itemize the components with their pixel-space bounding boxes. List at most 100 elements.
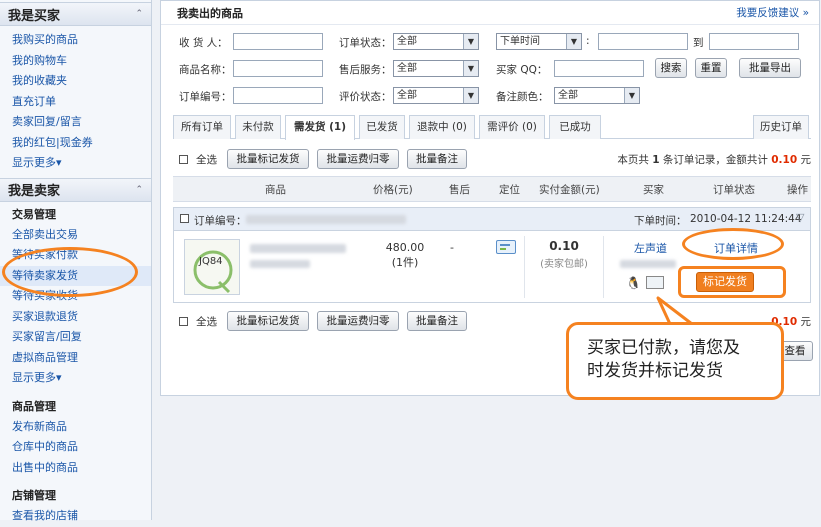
- summary-prefix: 本页共: [617, 153, 653, 166]
- sidebar-item-refunds[interactable]: 买家退款退货: [0, 307, 151, 328]
- sidebar-item-coupons[interactable]: 我的红包|现金券: [0, 133, 151, 154]
- sidebar-item-publish[interactable]: 发布新商品: [0, 417, 151, 438]
- start-date-input[interactable]: [598, 33, 688, 50]
- sidebar-show-more-seller[interactable]: 显示更多▾: [0, 368, 151, 389]
- sidebar-item-my-purchases[interactable]: 我购买的商品: [0, 30, 151, 51]
- buyer-section-header[interactable]: 我是买家 ⌃: [0, 2, 151, 26]
- sidebar-item-favorites[interactable]: 我的收藏夹: [0, 71, 151, 92]
- collapse-icon[interactable]: ⌃: [135, 185, 143, 195]
- buyer-qq-input[interactable]: [554, 60, 644, 77]
- order-status-select[interactable]: 全部 ▼: [393, 33, 479, 50]
- table-header: 商品 价格(元) 售后 定位 实付金额(元) 买家 订单状态 操作: [173, 176, 811, 202]
- seller-section-title: 我是卖家: [8, 184, 61, 199]
- col-paid: 实付金额(元): [539, 184, 600, 196]
- bulk-note-button[interactable]: 批量备注: [407, 149, 467, 169]
- product-thumbnail[interactable]: JQ84: [184, 239, 240, 295]
- location-icon[interactable]: [496, 240, 516, 254]
- after-sale-value: -: [450, 241, 454, 254]
- rating-status-value: 全部: [397, 90, 417, 101]
- sidebar-item-on-sale[interactable]: 出售中的商品: [0, 458, 151, 479]
- receiver-input[interactable]: [233, 33, 323, 50]
- tab-unpaid[interactable]: 未付款: [235, 115, 281, 139]
- sidebar-item-seller-replies[interactable]: 卖家回复/留言: [0, 112, 151, 133]
- order-id-redacted: [246, 215, 406, 224]
- sidebar-item-buyer-messages[interactable]: 买家留言/回复: [0, 327, 151, 348]
- col-product: 商品: [265, 184, 286, 196]
- chevron-down-icon: ▼: [624, 88, 639, 103]
- tab-need-ship[interactable]: 需发货 (1): [285, 115, 355, 140]
- order-id-input[interactable]: [233, 87, 323, 104]
- order-status-value: 全部: [397, 36, 417, 47]
- end-date-input[interactable]: [709, 33, 799, 50]
- search-form: 收 货 人： 订单状态： 全部 ▼ 下单时间 ▼ : 到 商品名称： 售后服务： 全…: [161, 25, 819, 111]
- id-card-icon[interactable]: [646, 276, 664, 289]
- chevron-down-icon: ▼: [566, 34, 581, 49]
- collapse-icon[interactable]: ⌃: [135, 9, 143, 19]
- qq-chat-icon[interactable]: 🐧: [626, 276, 641, 290]
- col-action: 操作: [787, 184, 808, 196]
- order-time-label: 下单时间：: [634, 215, 687, 227]
- col-buyer: 买家: [643, 184, 664, 196]
- sidebar-item-virtual-goods[interactable]: 虚拟商品管理: [0, 348, 151, 369]
- search-button[interactable]: 搜索: [655, 58, 687, 78]
- summary-mid: 条订单记录，金额共计: [659, 153, 772, 166]
- paid-note: (卖家包邮): [540, 259, 588, 270]
- after-sale-label: 售后服务：: [339, 64, 392, 76]
- order-summary: 本页共 1 条订单记录，金额共计 0.10 元: [617, 152, 811, 167]
- note-color-value: 全部: [558, 90, 578, 101]
- tab-history[interactable]: 历史订单: [753, 115, 809, 139]
- after-sale-select[interactable]: 全部 ▼: [393, 60, 479, 77]
- sidebar-item-cart[interactable]: 我的购物车: [0, 51, 151, 72]
- select-all-checkbox[interactable]: [179, 154, 188, 164]
- select-all-checkbox-bottom[interactable]: [179, 316, 188, 326]
- highlight-ring: [2, 247, 138, 297]
- tab-need-rating[interactable]: 需评价 (0): [479, 115, 545, 139]
- seller-section-header[interactable]: 我是卖家 ⌃: [0, 177, 151, 202]
- bulk-shipping-fee-button-bottom[interactable]: 批量运费归零: [317, 311, 399, 331]
- note-color-select[interactable]: 全部 ▼: [554, 87, 640, 104]
- order-tabs: 所有订单 未付款 需发货 (1) 已发货 退款中 (0) 需评价 (0) 已成功…: [173, 115, 811, 140]
- select-all-label-bottom: 全选: [196, 315, 217, 328]
- feedback-link[interactable]: 我要反馈建议 »: [736, 5, 809, 20]
- callout-text: 买家已付款，请您及 时发货并标记发货: [587, 337, 740, 383]
- callout-line-2: 时发货并标记发货: [587, 361, 723, 381]
- reset-button[interactable]: 重置: [695, 58, 727, 78]
- export-button[interactable]: 批量导出: [739, 58, 801, 78]
- sidebar-group-products: 商品管理: [12, 399, 56, 413]
- filter-icon[interactable]: ▽: [796, 211, 804, 224]
- sidebar-item-view-shop[interactable]: 查看我的店铺: [0, 506, 151, 527]
- bottom-unit: 元: [800, 315, 812, 328]
- col-after-sale: 售后: [449, 184, 470, 196]
- order-id-label: 订单编号：: [179, 91, 232, 103]
- bulk-shipping-fee-button[interactable]: 批量运费归零: [317, 149, 399, 169]
- callout-bubble: 买家已付款，请您及 时发货并标记发货: [566, 322, 784, 400]
- col-position: 定位: [499, 184, 520, 196]
- order-id-label: 订单编号：: [194, 215, 247, 227]
- product-sku-redacted: [250, 260, 310, 268]
- product-title-redacted: [250, 244, 346, 253]
- sidebar-item-recharge-orders[interactable]: 直充订单: [0, 92, 151, 113]
- rating-status-select[interactable]: 全部 ▼: [393, 87, 479, 104]
- bulk-note-button-bottom[interactable]: 批量备注: [407, 311, 467, 331]
- tab-refunding[interactable]: 退款中 (0): [409, 115, 475, 139]
- highlight-box-mark-shipped: [678, 266, 786, 298]
- rating-status-label: 评价状态：: [339, 91, 392, 103]
- product-image: JQ84: [193, 250, 233, 294]
- buyer-section-title: 我是买家: [8, 8, 61, 24]
- tab-all-orders[interactable]: 所有订单: [173, 115, 231, 139]
- tab-shipped[interactable]: 已发货: [359, 115, 405, 139]
- product-name-input[interactable]: [233, 60, 323, 77]
- receiver-label: 收 货 人：: [179, 37, 228, 49]
- sidebar-item-warehouse[interactable]: 仓库中的商品: [0, 437, 151, 458]
- time-type-select[interactable]: 下单时间 ▼: [496, 33, 582, 50]
- order-checkbox[interactable]: [180, 214, 189, 223]
- sidebar-item-all-sold[interactable]: 全部卖出交易: [0, 225, 151, 246]
- sidebar-show-more-buyer[interactable]: 显示更多▾: [0, 153, 151, 174]
- tab-completed[interactable]: 已成功: [549, 115, 601, 139]
- col-status: 订单状态: [713, 184, 755, 196]
- callout-line-1: 买家已付款，请您及: [587, 338, 740, 358]
- col-price: 价格(元): [373, 184, 413, 196]
- bulk-mark-shipped-button[interactable]: 批量标记发货: [227, 149, 309, 169]
- buyer-name[interactable]: 左声道: [634, 240, 667, 256]
- bulk-mark-shipped-button-bottom[interactable]: 批量标记发货: [227, 311, 309, 331]
